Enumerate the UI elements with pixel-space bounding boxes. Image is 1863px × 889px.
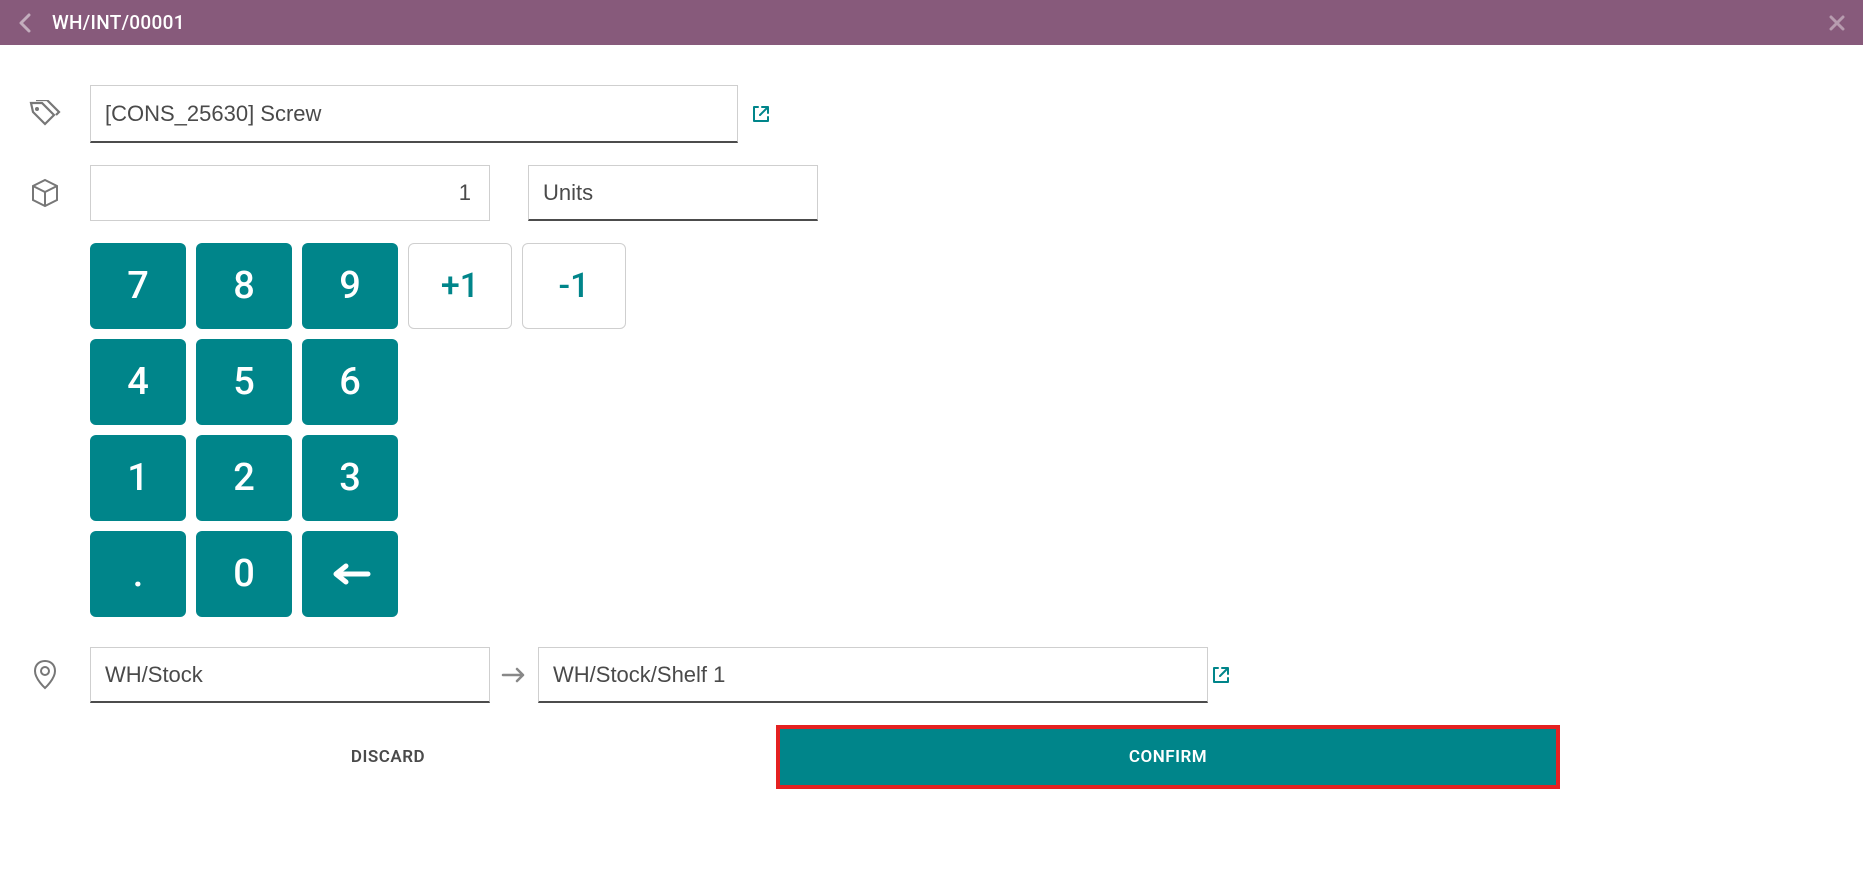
key-3[interactable]: 3 — [302, 435, 398, 521]
footer: DISCARD CONFIRM — [0, 725, 1560, 789]
key-8[interactable]: 8 — [196, 243, 292, 329]
content: 7 8 9 4 5 6 1 2 3 . 0 +1 -1 — [0, 45, 1560, 703]
destination-location-input[interactable] — [538, 647, 1208, 703]
tags-icon — [0, 100, 90, 128]
discard-button[interactable]: DISCARD — [0, 725, 776, 789]
key-5[interactable]: 5 — [196, 339, 292, 425]
keypad: 7 8 9 4 5 6 1 2 3 . 0 +1 -1 — [90, 243, 626, 617]
location-icon — [0, 660, 90, 690]
product-input[interactable] — [90, 85, 738, 143]
confirm-button[interactable]: CONFIRM — [776, 725, 1560, 789]
source-location-input[interactable] — [90, 647, 490, 703]
key-plus-1[interactable]: +1 — [408, 243, 512, 329]
package-icon — [0, 178, 90, 208]
key-0[interactable]: 0 — [196, 531, 292, 617]
key-7[interactable]: 7 — [90, 243, 186, 329]
key-6[interactable]: 6 — [302, 339, 398, 425]
product-row — [0, 85, 1560, 143]
locations-row — [0, 647, 1560, 703]
quantity-input[interactable] — [90, 165, 490, 221]
external-link-icon[interactable] — [1212, 666, 1230, 684]
page-title: WH/INT/00001 — [52, 11, 185, 34]
key-9[interactable]: 9 — [302, 243, 398, 329]
back-icon[interactable] — [18, 13, 32, 33]
keypad-row: 7 8 9 4 5 6 1 2 3 . 0 +1 -1 — [0, 243, 1560, 617]
key-backspace[interactable] — [302, 531, 398, 617]
close-icon[interactable] — [1829, 15, 1845, 31]
arrow-right-icon — [496, 667, 532, 683]
key-4[interactable]: 4 — [90, 339, 186, 425]
external-link-icon[interactable] — [752, 105, 770, 123]
topbar: WH/INT/00001 — [0, 0, 1863, 45]
quantity-row — [0, 165, 1560, 221]
key-minus-1[interactable]: -1 — [522, 243, 626, 329]
uom-input[interactable] — [528, 165, 818, 221]
key-2[interactable]: 2 — [196, 435, 292, 521]
key-1[interactable]: 1 — [90, 435, 186, 521]
key-dot[interactable]: . — [90, 531, 186, 617]
